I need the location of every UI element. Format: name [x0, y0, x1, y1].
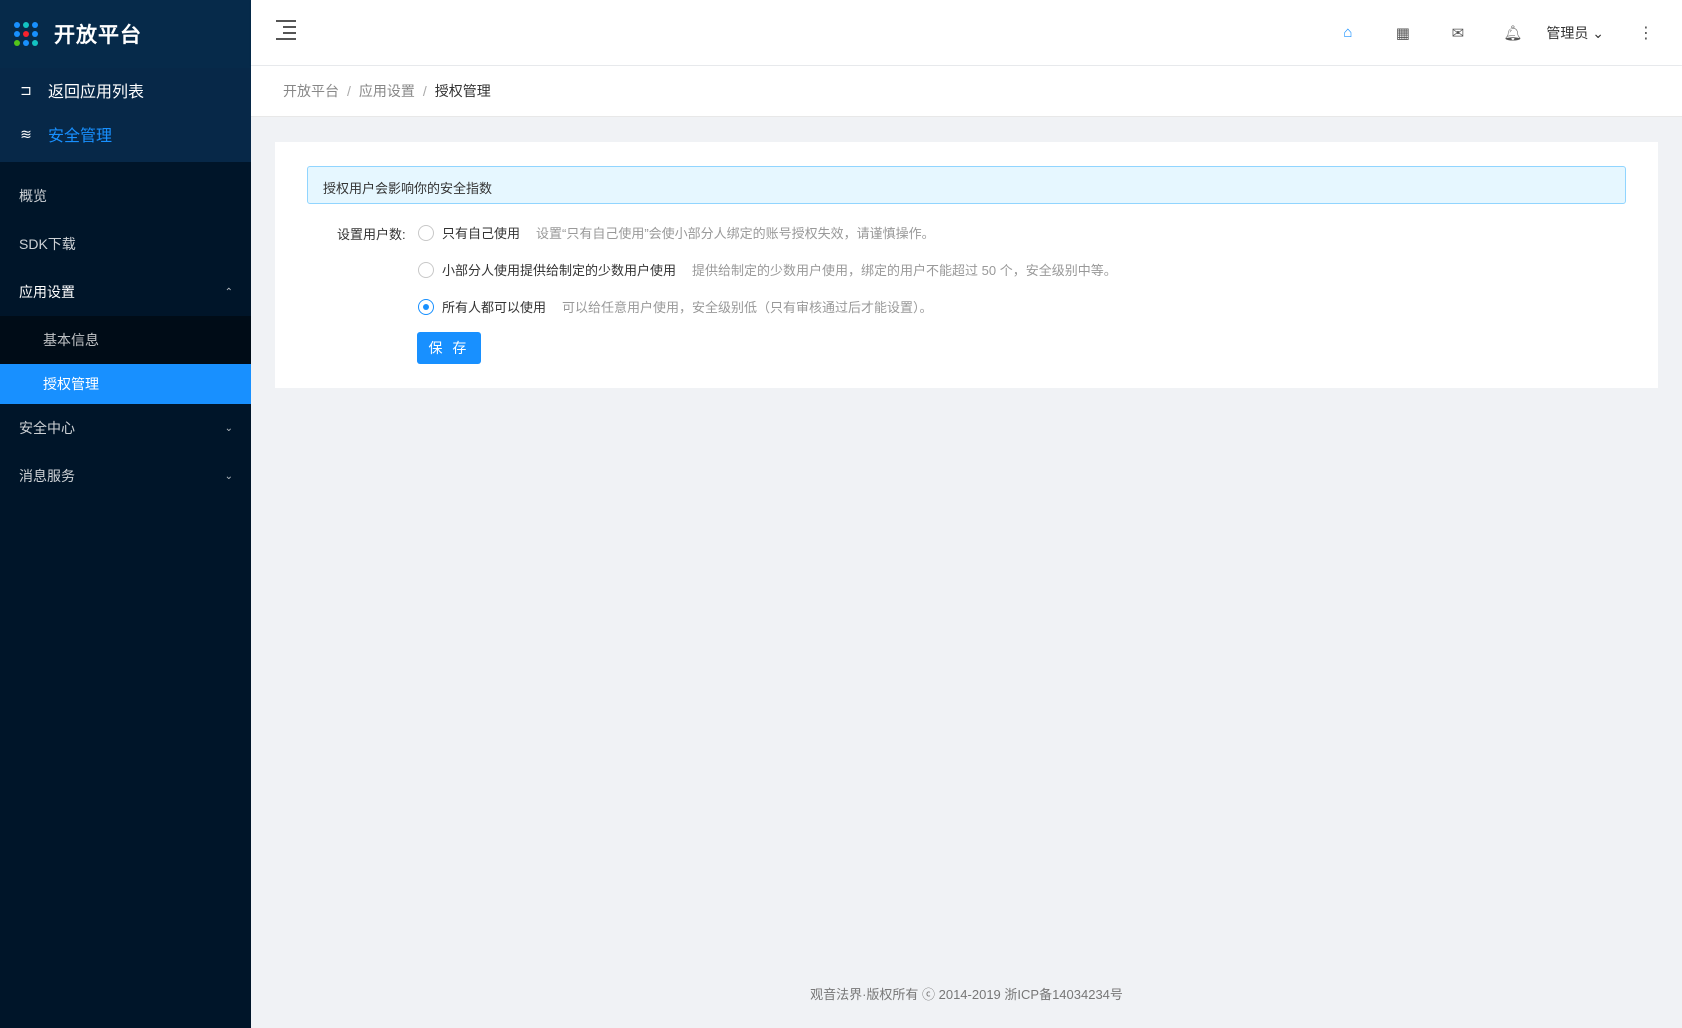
radio-button[interactable] — [418, 224, 434, 241]
bell-icon[interactable]: 🔔︎ — [1485, 24, 1540, 42]
app-settings-submenu: 基本信息 授权管理 — [0, 316, 251, 404]
security-management-link[interactable]: ≋ 安全管理 — [0, 112, 251, 156]
option-description: 设置“只有自己使用”会使小部分人绑定的账号授权失效，请谨慎操作。 — [536, 226, 935, 241]
sidebar-item-label: 安全中心 — [19, 420, 75, 436]
chevron-up-icon: ⌃ — [224, 286, 233, 298]
apps-icon[interactable]: ▦ — [1375, 24, 1430, 42]
breadcrumb-item[interactable]: 应用设置 — [359, 81, 415, 101]
radio-option-everyone[interactable]: 所有人都可以使用 可以给任意用户使用，安全级别低（只有审核通过后才能设置）。 — [418, 297, 933, 316]
layers-icon: ≋ — [20, 125, 32, 142]
sidebar-subitem-label: 授权管理 — [43, 376, 99, 392]
radio-option-self-only[interactable]: 只有自己使用 设置“只有自己使用”会使小部分人绑定的账号授权失效，请谨慎操作。 — [418, 223, 935, 242]
sidebar-subitem-label: 基本信息 — [43, 332, 99, 348]
back-link-label: 返回应用列表 — [48, 84, 145, 101]
user-name: 管理员 — [1546, 24, 1589, 41]
content-card: 授权用户会影响你的安全指数 设置用户数: 只有自己使用 设置“只有自己使用”会使… — [275, 142, 1658, 388]
save-button[interactable]: 保 存 — [417, 332, 481, 364]
sidebar-subitem-basic-info[interactable]: 基本信息 — [0, 316, 251, 364]
user-menu[interactable]: 管理员 ⌄ — [1546, 23, 1604, 43]
sidebar-item-sdk-download[interactable]: SDK下载 — [0, 220, 251, 268]
sidebar-item-app-settings[interactable]: 应用设置 ⌃ — [0, 268, 251, 316]
radio-option-few-users[interactable]: 小部分人使用提供给制定的少数用户使用 提供给制定的少数用户使用，绑定的用户不能超… — [418, 260, 1117, 279]
sidebar-item-label: 应用设置 — [19, 284, 75, 300]
security-link-label: 安全管理 — [48, 128, 113, 145]
chevron-down-icon: ⌄ — [1592, 24, 1604, 41]
sidebar-subitem-authorization[interactable]: 授权管理 — [0, 364, 251, 404]
menu-fold-icon[interactable] — [276, 20, 296, 40]
sidebar-item-label: SDK下载 — [19, 236, 76, 252]
brand-title: 开放平台 — [54, 24, 142, 47]
top-header: ⌂ ▦ ✉ 🔔︎ 管理员 ⌄ ⋮ — [251, 0, 1682, 65]
breadcrumb-separator: / — [347, 83, 351, 99]
breadcrumb-current: 授权管理 — [434, 83, 491, 99]
sidebar-item-overview[interactable]: 概览 — [0, 172, 251, 220]
radio-button[interactable] — [418, 261, 434, 278]
back-icon: ⊐ — [20, 81, 32, 98]
option-label: 所有人都可以使用 — [442, 300, 547, 315]
more-icon[interactable]: ⋮ — [1638, 23, 1654, 43]
sidebar-item-message-service[interactable]: 消息服务 ⌄ — [0, 452, 251, 500]
option-description: 可以给任意用户使用，安全级别低（只有审核通过后才能设置）。 — [562, 300, 933, 315]
option-label: 只有自己使用 — [442, 226, 521, 241]
apps-grid-icon — [14, 22, 38, 46]
sidebar: 开放平台 ⊐ 返回应用列表 ≋ 安全管理 概览 SDK下载 应用设置 ⌃ 基本信… — [0, 0, 251, 1028]
brand[interactable]: 开放平台 — [0, 0, 251, 68]
mail-icon[interactable]: ✉ — [1430, 24, 1485, 42]
sidebar-menu: 概览 SDK下载 应用设置 ⌃ 基本信息 授权管理 安全中心 ⌄ 消息服务 ⌄ — [0, 162, 251, 500]
back-to-app-list-link[interactable]: ⊐ 返回应用列表 — [0, 68, 251, 112]
breadcrumb: 开放平台 / 应用设置 / 授权管理 — [251, 66, 1682, 117]
home-icon[interactable]: ⌂ — [1320, 24, 1375, 41]
option-label: 小部分人使用提供给制定的少数用户使用 — [442, 263, 677, 278]
breadcrumb-item[interactable]: 开放平台 — [283, 81, 339, 101]
sidebar-item-label: 概览 — [19, 188, 47, 204]
chevron-down-icon: ⌄ — [224, 422, 233, 434]
option-description: 提供给制定的少数用户使用，绑定的用户不能超过 50 个，安全级别中等。 — [692, 263, 1117, 278]
chevron-down-icon: ⌄ — [224, 470, 233, 482]
radio-button-checked[interactable] — [418, 298, 434, 315]
sidebar-item-label: 消息服务 — [19, 468, 75, 484]
user-count-label: 设置用户数: — [337, 227, 406, 242]
breadcrumb-separator: / — [422, 83, 427, 99]
info-alert: 授权用户会影响你的安全指数 — [307, 166, 1626, 204]
sidebar-item-security-center[interactable]: 安全中心 ⌄ — [0, 404, 251, 452]
footer-copyright: 观音法界·版权所有 ⓒ 2014-2019 浙ICP备14034234号 — [810, 987, 1123, 1002]
